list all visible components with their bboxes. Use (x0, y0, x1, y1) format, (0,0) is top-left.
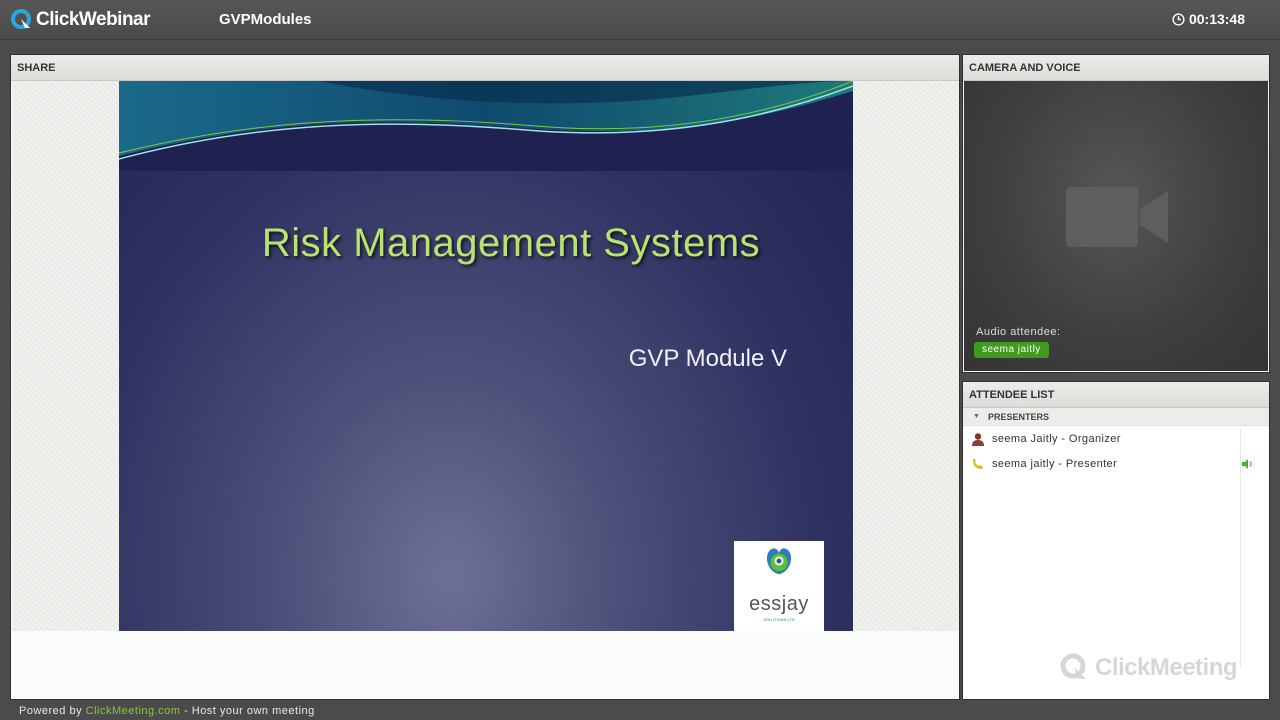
clickwebinar-logo-icon (11, 9, 31, 29)
clock-icon (1172, 12, 1185, 26)
phone-icon (973, 457, 983, 469)
speaker-icon[interactable] (1241, 458, 1253, 470)
attendee-panel-header: ATTENDEE LIST (963, 382, 1269, 408)
collapse-arrow-icon[interactable]: ▼ (973, 408, 980, 426)
presenters-group-header[interactable]: ▼ PRESENTERS (963, 408, 1269, 426)
camera-voice-panel: CAMERA AND VOICE Audio attendee: seema j… (962, 54, 1270, 373)
slide-subtitle: GVP Module V (628, 345, 787, 372)
timer-value: 00:13:48 (1188, 11, 1245, 27)
camera-panel-header: CAMERA AND VOICE (963, 55, 1269, 81)
brand: ClickWebinar (10, 8, 151, 32)
footer-link[interactable]: ClickMeeting.com (86, 705, 181, 717)
group-label: PRESENTERS (987, 411, 1049, 422)
audio-attendee-badge: seema jaitly (974, 342, 1049, 358)
logo-tagline: SOLUTIONS LTD (763, 617, 795, 622)
watermark-text: ClickMeeting (1095, 654, 1238, 681)
logo-text: essjay (749, 593, 809, 615)
attendee-list-panel: ATTENDEE LIST ▼ PRESENTERS seema Jaitly … (962, 381, 1270, 700)
video-camera-icon (1066, 187, 1168, 247)
list-divider (1240, 428, 1241, 668)
screen-share-area: Risk Management Systems GVP Module V ess… (12, 81, 959, 631)
footer-suffix: - Host your own meeting (180, 705, 315, 717)
attendee-name: seema Jaitly - Organizer (992, 432, 1121, 445)
session-timer: 00:13:48 (1172, 11, 1245, 27)
clickmeeting-watermark: ClickMeeting (1059, 652, 1238, 684)
share-panel: SHARE Risk Management Systems GVP Module… (10, 54, 960, 700)
slide-title: Risk Management Systems (261, 221, 761, 265)
share-panel-header: SHARE (11, 55, 959, 81)
attendee-row-organizer[interactable]: seema Jaitly - Organizer (963, 426, 1269, 451)
slide-wave-decoration (119, 81, 853, 171)
essjay-logo: essjay SOLUTIONS LTD (734, 541, 824, 631)
camera-view: Audio attendee: seema jaitly (964, 81, 1268, 371)
top-bar: ClickWebinar GVPModules 00:13:48 (0, 0, 1280, 40)
attendee-row-presenter[interactable]: seema jaitly - Presenter (963, 451, 1269, 476)
audio-attendee-label: Audio attendee: (976, 326, 1061, 338)
footer-prefix: Powered by (19, 705, 86, 717)
brand-name: ClickWebinar (36, 9, 151, 30)
attendee-name: seema jaitly - Presenter (992, 457, 1118, 470)
globe-logo-icon (766, 548, 792, 575)
footer: Powered by ClickMeeting.com - Host your … (19, 705, 315, 717)
meeting-title: GVPModules (219, 11, 312, 28)
presentation-slide: Risk Management Systems GVP Module V ess… (119, 81, 853, 631)
clickmeeting-logo-icon (1060, 653, 1086, 679)
share-bottom-area (12, 631, 952, 699)
user-icon (972, 432, 984, 446)
